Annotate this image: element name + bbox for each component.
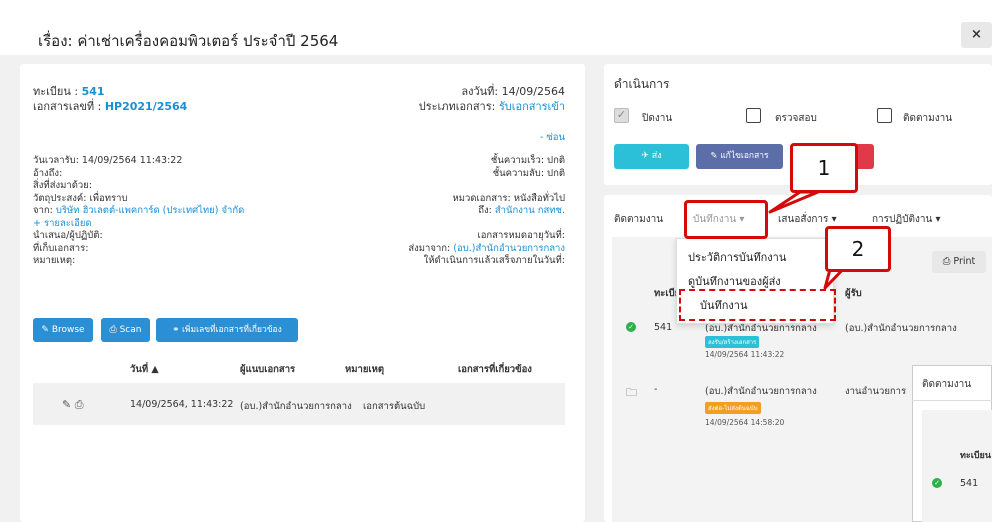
send-button[interactable]: ✈ ส่ง: [614, 144, 689, 169]
add-related-label: เพิ่มเลขที่เอกสารที่เกี่ยวข้อง: [182, 325, 282, 335]
to-field: ถึง: สำนักงาน กสทช.: [340, 205, 565, 218]
print-button[interactable]: ⎙ Print: [932, 251, 986, 273]
col-related: เอกสารที่เกี่ยวข้อง: [458, 364, 532, 375]
close-button[interactable]: ×: [961, 22, 992, 48]
flow-row-reg: -: [654, 384, 658, 395]
printer-icon: ⎙: [109, 325, 117, 335]
link-icon: ⚭: [172, 325, 180, 335]
popup-title: ติดตามงาน: [922, 379, 972, 390]
paperclip-icon[interactable]: ✎: [62, 398, 71, 411]
flow-row-receiver: งานอำนวยการ: [845, 386, 907, 397]
scan-label: Scan: [119, 325, 142, 335]
flow-row-time: 14/09/2564 11:43:22: [705, 350, 785, 359]
sent-from-field: ส่งมาจาก: (อบ.)สำนักอำนวยการกลาง: [340, 243, 565, 256]
edit-icon: ✎: [710, 151, 718, 161]
docno-value: HP2021/2564: [104, 100, 188, 113]
action-title: ดำเนินการ: [614, 77, 670, 91]
scan-button[interactable]: ⎙ Scan: [101, 318, 150, 342]
callout-pointer-1: [768, 190, 820, 214]
storage-field: ที่เก็บเอกสาร:: [33, 242, 89, 254]
flow-row-time: 14/09/2564 14:58:20: [705, 418, 785, 427]
popup-col-reg: ทะเบียน: [960, 451, 991, 461]
docno-line: เอกสารเลขที่ : HP2021/2564: [33, 97, 187, 115]
check-circle-icon: ✓: [932, 478, 942, 488]
row-note: เอกสารต้นฉบับ: [363, 401, 426, 412]
follow-checkbox[interactable]: [877, 108, 892, 123]
tab-follow[interactable]: ติดตามงาน: [614, 212, 663, 227]
present-field: นำเสนอ/ผู้ปฏิบัติ:: [33, 230, 103, 241]
add-related-button[interactable]: ⚭ เพิ่มเลขที่เอกสารที่เกี่ยวข้อง: [156, 318, 298, 342]
due-field: ให้ดำเนินการแล้วเสร็จภายในวันที่:: [423, 255, 565, 266]
document-info-card: [20, 64, 585, 522]
printer-icon: ⎙: [942, 256, 951, 267]
flow-row-receiver: (อบ.)สำนักอำนวยการกลาง: [845, 323, 957, 334]
tag-icon: ✎: [41, 325, 49, 335]
secret-field: ชั้นความลับ: ปกติ: [492, 167, 565, 179]
doctype-line: ประเภทเอกสาร: รับเอกสารเข้า: [390, 97, 565, 115]
doc-meta-right: ชั้นความเร็ว: ปกติ ชั้นความลับ: ปกติ หมว…: [340, 155, 565, 268]
callout-label-1: 1: [790, 143, 858, 193]
popup-body: [922, 410, 992, 522]
callout-label-2: 2: [825, 226, 891, 272]
from-value[interactable]: บริษัท ฮิวเลตต์-แพคการ์ด (ประเทศไทย) จำก…: [56, 205, 244, 216]
page-title: เรื่อง: ค่าเช่าเครื่องคอมพิวเตอร์ ประจำป…: [38, 32, 339, 50]
browse-label: Browse: [51, 325, 85, 335]
sent-value[interactable]: (อบ.)สำนักอำนวยการกลาง: [453, 243, 565, 254]
row-date: 14/09/2564, 11:43:22: [130, 399, 234, 410]
col-date[interactable]: วันที่ ▲: [130, 362, 159, 377]
speed-field: ชั้นความเร็ว: ปกติ: [490, 155, 565, 166]
check-circle-icon: ✓: [626, 322, 636, 332]
col-note: หมายเหตุ: [345, 364, 385, 375]
expire-field: เอกสารหมดอายุวันที่:: [477, 230, 565, 241]
row-attached-by: (อบ.)สำนักอำนวยการกลาง: [240, 401, 352, 412]
to-value[interactable]: สำนักงาน กสทช.: [495, 205, 565, 216]
doctype-value[interactable]: รับเอกสารเข้า: [499, 100, 565, 113]
popup-divider: [912, 400, 992, 401]
status-badge: ลงรับ/สร้างเอกสาร: [705, 336, 760, 348]
printer-icon[interactable]: ⎙: [75, 398, 84, 411]
sent-label: ส่งมาจาก:: [408, 242, 451, 254]
attach-field: สิ่งที่ส่งมาด้วย:: [33, 180, 93, 191]
doc-meta-left: วันเวลารับ: 14/09/2564 11:43:22 อ้างถึง:…: [33, 155, 244, 268]
purpose-field: วัตถุประสงค์: เพื่อทราบ: [33, 192, 128, 204]
folder-icon[interactable]: 🗀: [626, 384, 637, 403]
docno-label: เอกสารเลขที่ :: [33, 100, 102, 113]
ref-field: อ้างถึง:: [33, 167, 63, 179]
browse-button[interactable]: ✎ Browse: [33, 318, 93, 342]
flow-row-reg[interactable]: 541: [654, 322, 672, 333]
col-attached-by: ผู้แนบเอกสาร: [240, 364, 296, 375]
send-icon: ✈: [641, 151, 649, 161]
hide-link[interactable]: - ซ่อน: [520, 130, 565, 145]
flow-row-sender: (อบ.)สำนักอำนวยการกลาง: [705, 386, 817, 397]
note-field: หมายเหตุ:: [33, 255, 76, 266]
close-job-label: ปิดงาน: [642, 113, 673, 124]
status-badge: ส่งต่อ-ไม่ส่งต้นฉบับ: [705, 402, 761, 414]
send-label: ส่ง: [651, 151, 662, 161]
popup-reg[interactable]: 541: [960, 478, 978, 489]
details-link[interactable]: + รายละเอียด: [33, 218, 244, 231]
print-label: Print: [953, 256, 976, 267]
from-label: จาก:: [33, 205, 53, 216]
check-checkbox[interactable]: [746, 108, 761, 123]
close-job-checkbox[interactable]: ✓: [614, 108, 629, 123]
from-field: จาก: บริษัท ฮิวเลตต์-แพคการ์ด (ประเทศไทย…: [33, 205, 244, 218]
category-field: หมวดเอกสาร: หนังสือทั่วไป: [452, 192, 566, 204]
check-label: ตรวจสอบ: [775, 113, 817, 124]
to-label: ถึง:: [478, 205, 492, 216]
received-time: วันเวลารับ: 14/09/2564 11:43:22: [33, 155, 183, 166]
row-actions: ✎ ⎙: [62, 398, 84, 412]
doctype-label: ประเภทเอกสาร:: [418, 100, 496, 113]
follow-label: ติดตามงาน: [903, 113, 953, 124]
callout-box-1: [684, 200, 768, 239]
